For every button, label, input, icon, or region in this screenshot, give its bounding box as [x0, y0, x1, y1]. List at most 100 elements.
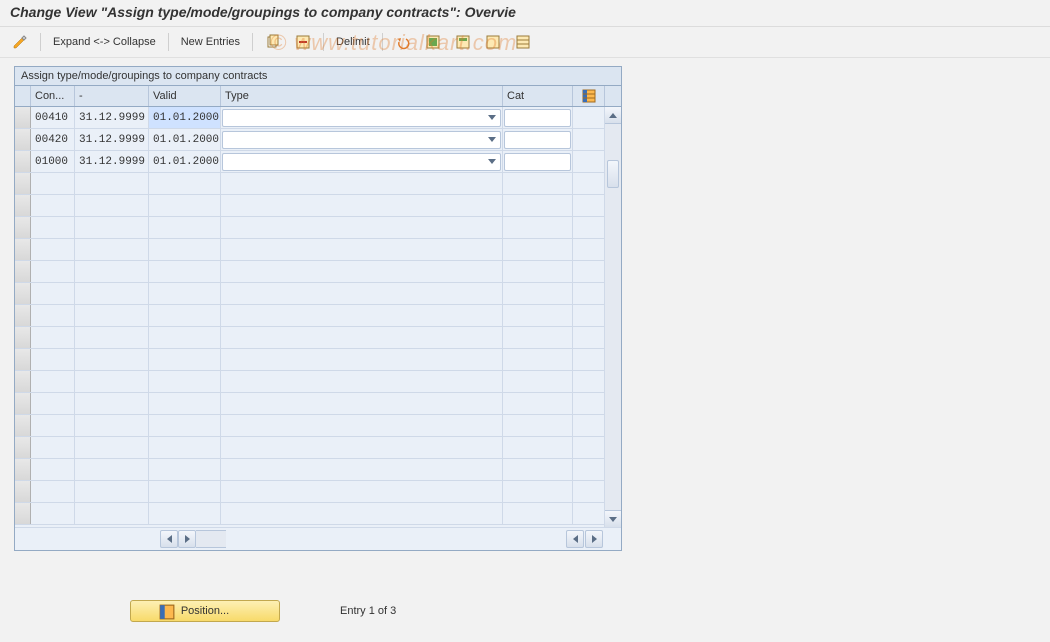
row-selector[interactable]: [15, 371, 31, 392]
delete-button[interactable]: [291, 32, 315, 52]
hscroll-right-button[interactable]: [178, 530, 196, 548]
expand-collapse-button[interactable]: Expand <-> Collapse: [49, 32, 160, 52]
cell-contract: [31, 217, 75, 238]
col-to[interactable]: -: [75, 86, 149, 106]
undo-button[interactable]: [391, 32, 415, 52]
cell-type[interactable]: [221, 107, 503, 128]
copy-button[interactable]: [261, 32, 285, 52]
cell-valid[interactable]: 01.01.2000: [149, 129, 221, 150]
row-selector[interactable]: [15, 217, 31, 238]
row-selector[interactable]: [15, 437, 31, 458]
hscroll-left-button[interactable]: [160, 530, 178, 548]
cell-contract: 00420: [31, 129, 75, 150]
row-selector[interactable]: [15, 195, 31, 216]
type-dropdown[interactable]: [222, 131, 501, 149]
row-selector[interactable]: [15, 129, 31, 150]
table-config-icon: [582, 89, 596, 103]
col-configure[interactable]: [573, 86, 605, 106]
type-dropdown[interactable]: [222, 109, 501, 127]
cell-to: [75, 437, 149, 458]
row-selector[interactable]: [15, 415, 31, 436]
row-selector[interactable]: [15, 151, 31, 172]
cell-cat[interactable]: [503, 151, 573, 172]
cell-valid: [149, 481, 221, 502]
col-type[interactable]: Type: [221, 86, 503, 106]
select-block-button[interactable]: [451, 32, 475, 52]
col-contract[interactable]: Con...: [31, 86, 75, 106]
position-button[interactable]: Position...: [130, 600, 280, 622]
type-dropdown[interactable]: [222, 153, 501, 171]
col-valid[interactable]: Valid: [149, 86, 221, 106]
new-entries-button[interactable]: New Entries: [177, 32, 244, 52]
cell-to: [75, 195, 149, 216]
row-selector[interactable]: [15, 305, 31, 326]
table-row: 0042031.12.999901.01.2000: [15, 129, 621, 151]
hscroll-left2-button[interactable]: [566, 530, 584, 548]
table-row: [15, 239, 621, 261]
col-select[interactable]: [15, 86, 31, 106]
chevron-down-icon: [488, 115, 496, 120]
cell-to: [75, 305, 149, 326]
row-selector[interactable]: [15, 503, 31, 524]
row-selector[interactable]: [15, 327, 31, 348]
table-row: [15, 349, 621, 371]
cat-input[interactable]: [504, 109, 571, 127]
cell-type: [221, 349, 503, 370]
row-selector[interactable]: [15, 393, 31, 414]
scroll-up-button[interactable]: [605, 107, 621, 124]
delimit-button[interactable]: Delimit: [332, 32, 374, 52]
scroll-track[interactable]: [605, 124, 621, 510]
table-row: [15, 415, 621, 437]
scroll-down-button[interactable]: [605, 510, 621, 527]
pencil-toggle-icon: [12, 34, 28, 50]
cell-type: [221, 393, 503, 414]
cell-type[interactable]: [221, 129, 503, 150]
cat-input[interactable]: [504, 131, 571, 149]
row-selector[interactable]: [15, 261, 31, 282]
cell-type: [221, 327, 503, 348]
cell-type: [221, 217, 503, 238]
scroll-thumb[interactable]: [607, 160, 619, 188]
table-row: [15, 217, 621, 239]
row-selector[interactable]: [15, 107, 31, 128]
cell-to: [75, 371, 149, 392]
select-all-button[interactable]: [421, 32, 445, 52]
horizontal-scroll-footer: [15, 527, 621, 550]
cell-type: [221, 415, 503, 436]
configuration-button[interactable]: [511, 32, 535, 52]
chevron-right-icon: [592, 535, 597, 543]
col-cat[interactable]: Cat: [503, 86, 573, 106]
cell-cat: [503, 261, 573, 282]
row-selector[interactable]: [15, 239, 31, 260]
table-row: [15, 481, 621, 503]
cell-cat: [503, 415, 573, 436]
deselect-all-button[interactable]: [481, 32, 505, 52]
cat-input[interactable]: [504, 153, 571, 171]
cell-cat[interactable]: [503, 107, 573, 128]
row-selector[interactable]: [15, 349, 31, 370]
row-selector[interactable]: [15, 173, 31, 194]
cell-to: [75, 415, 149, 436]
row-selector[interactable]: [15, 283, 31, 304]
row-selector[interactable]: [15, 481, 31, 502]
table-row: [15, 173, 621, 195]
cell-type[interactable]: [221, 151, 503, 172]
hscroll-track[interactable]: [196, 530, 226, 548]
cell-valid: [149, 415, 221, 436]
cell-contract: [31, 415, 75, 436]
cell-cat[interactable]: [503, 129, 573, 150]
cell-type: [221, 459, 503, 480]
cell-cat: [503, 481, 573, 502]
cell-valid[interactable]: 01.01.2000: [149, 107, 221, 128]
cell-type: [221, 481, 503, 502]
row-selector[interactable]: [15, 459, 31, 480]
hscroll-right2-button[interactable]: [585, 530, 603, 548]
cell-type: [221, 283, 503, 304]
copy-icon: [265, 34, 281, 50]
table-row: [15, 371, 621, 393]
cell-valid: [149, 437, 221, 458]
cell-contract: [31, 327, 75, 348]
vertical-scrollbar[interactable]: [604, 107, 621, 527]
cell-valid[interactable]: 01.01.2000: [149, 151, 221, 172]
toggle-display-change-button[interactable]: [8, 32, 32, 52]
